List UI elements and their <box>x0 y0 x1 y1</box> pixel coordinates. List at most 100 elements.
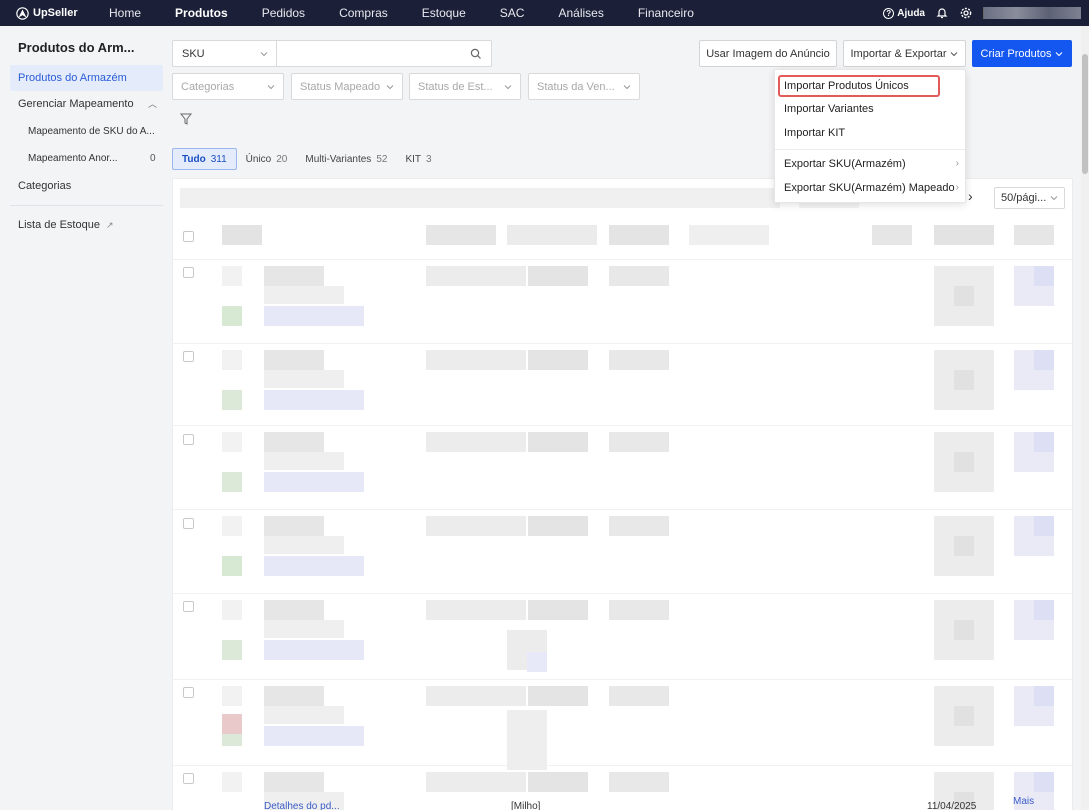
page-scrollbar[interactable] <box>1081 26 1089 810</box>
redacted-block <box>264 472 364 492</box>
select-all-checkbox[interactable] <box>183 231 194 242</box>
user-account-blurred[interactable] <box>983 7 1081 19</box>
redacted-block <box>222 266 242 286</box>
nav-right: ? Ajuda <box>883 0 1089 26</box>
filter-categories-label: Categorias <box>181 80 235 93</box>
scrollbar-thumb[interactable] <box>1082 54 1088 174</box>
tab-label: Multi-Variantes <box>305 153 372 165</box>
row-checkbox[interactable] <box>183 267 194 278</box>
tab-multi-variantes[interactable]: Multi-Variantes 52 <box>296 148 396 170</box>
chevron-down-icon <box>1056 51 1063 56</box>
nav-financeiro[interactable]: Financeiro <box>621 0 711 26</box>
menu-import-variants[interactable]: Importar Variantes <box>775 98 965 120</box>
redacted-block <box>609 350 669 370</box>
sidebar-item-produtos-armazem[interactable]: Produtos do Armazém <box>10 65 163 91</box>
redacted-block <box>264 452 344 470</box>
nav-analises[interactable]: Análises <box>541 0 620 26</box>
tab-count: 52 <box>376 153 388 165</box>
filter-status-stock[interactable]: Status de Est... <box>409 73 521 100</box>
redacted-block <box>426 686 526 706</box>
nav-produtos[interactable]: Produtos <box>158 0 245 26</box>
search-button[interactable] <box>461 41 491 66</box>
redacted-block <box>528 350 588 370</box>
redacted-block <box>222 714 242 734</box>
redacted-block <box>264 706 344 724</box>
sidebar-item-mapeamento-sku[interactable]: Mapeamento de SKU do A... <box>28 126 155 137</box>
cut-variant-text: [Milho] <box>511 801 541 810</box>
menu-export-sku-warehouse[interactable]: Exportar SKU(Armazém) › <box>775 153 965 175</box>
redacted-block <box>954 452 974 472</box>
bell-icon[interactable] <box>935 6 949 20</box>
redacted-block <box>528 266 588 286</box>
redacted-block <box>264 370 344 388</box>
row-checkbox[interactable] <box>183 601 194 612</box>
nav-estoque[interactable]: Estoque <box>405 0 483 26</box>
redacted-block <box>264 726 364 746</box>
chevron-down-icon <box>267 84 275 89</box>
redacted-block <box>1034 686 1054 706</box>
funnel-filter-icon[interactable] <box>179 112 193 126</box>
chevron-down-icon <box>504 84 512 89</box>
row-checkbox[interactable] <box>183 773 194 784</box>
chevron-down-icon <box>951 51 958 56</box>
redacted-block <box>954 370 974 390</box>
tab-unico[interactable]: Único 20 <box>237 148 297 170</box>
redacted-block <box>527 652 547 672</box>
app-logo[interactable]: UpSeller <box>0 6 92 20</box>
menu-import-kit[interactable]: Importar KIT <box>775 122 965 144</box>
row-checkbox[interactable] <box>183 434 194 445</box>
redacted-block <box>264 686 324 706</box>
redacted-block <box>173 765 1072 766</box>
menu-item-label: Exportar SKU(Armazém) Mapeado <box>784 182 955 194</box>
redacted-block <box>173 343 1072 344</box>
menu-export-sku-warehouse-mapped[interactable]: Exportar SKU(Armazém) Mapeado › <box>775 177 965 199</box>
redacted-block <box>1034 516 1054 536</box>
cut-product-link[interactable]: Detalhes do pd... <box>264 801 340 810</box>
sidebar-item-label: Gerenciar Mapeamento <box>18 98 134 110</box>
nav-compras[interactable]: Compras <box>322 0 405 26</box>
redacted-block <box>222 640 242 660</box>
tab-tudo[interactable]: Tudo 311 <box>172 148 237 170</box>
filter-categories[interactable]: Categorias <box>172 73 284 100</box>
redacted-block <box>689 225 769 245</box>
menu-import-single-products[interactable]: Importar Produtos Únicos <box>778 75 940 97</box>
redacted-block <box>934 225 994 245</box>
sidebar-item-mapeamento-anormal[interactable]: Mapeamento Anor... <box>28 153 118 164</box>
tab-kit[interactable]: KIT 3 <box>396 148 440 170</box>
sidebar-item-lista-estoque[interactable]: Lista de Estoque ↗ <box>10 212 163 238</box>
per-page-select[interactable]: 50/pági... <box>994 187 1065 209</box>
create-products-button[interactable]: Criar Produtos <box>972 40 1072 67</box>
gear-icon[interactable] <box>959 6 973 20</box>
nav-sac[interactable]: SAC <box>483 0 542 26</box>
search-type-select[interactable]: SKU <box>173 41 277 66</box>
cut-more-link[interactable]: Mais <box>1013 796 1034 807</box>
row-checkbox[interactable] <box>183 518 194 529</box>
filter-status-sales[interactable]: Status da Ven... <box>528 73 640 100</box>
row-checkbox[interactable] <box>183 687 194 698</box>
sidebar-title: Produtos do Arm... <box>18 40 135 55</box>
sidebar-item-gerenciar-mapeamento[interactable]: Gerenciar Mapeamento ︿ <box>10 91 163 117</box>
redacted-block <box>264 390 364 410</box>
redacted-block <box>222 472 242 492</box>
redacted-block <box>222 772 242 792</box>
chevron-right-icon: › <box>955 182 959 193</box>
redacted-block <box>954 706 974 726</box>
search-input[interactable] <box>277 41 461 66</box>
nav-home[interactable]: Home <box>92 0 158 26</box>
redacted-block <box>264 432 324 452</box>
help-button[interactable]: ? Ajuda <box>883 7 925 19</box>
sidebar-item-categorias[interactable]: Categorias <box>10 173 163 199</box>
redacted-block <box>264 516 324 536</box>
import-export-button[interactable]: Importar & Exportar <box>843 40 966 67</box>
import-export-label: Importar & Exportar <box>850 47 947 60</box>
nav-pedidos[interactable]: Pedidos <box>245 0 322 26</box>
use-listing-image-button[interactable]: Usar Imagem do Anúncio <box>699 40 837 67</box>
redacted-block <box>1034 772 1054 792</box>
menu-item-label: Exportar SKU(Armazém) <box>784 158 906 170</box>
filter-status-mapped[interactable]: Status Mapeado <box>291 73 403 100</box>
row-checkbox[interactable] <box>183 351 194 362</box>
next-page-button[interactable]: › <box>968 188 973 204</box>
chevron-down-icon <box>260 51 268 56</box>
logo-text: UpSeller <box>33 7 78 19</box>
redacted-block <box>426 516 526 536</box>
